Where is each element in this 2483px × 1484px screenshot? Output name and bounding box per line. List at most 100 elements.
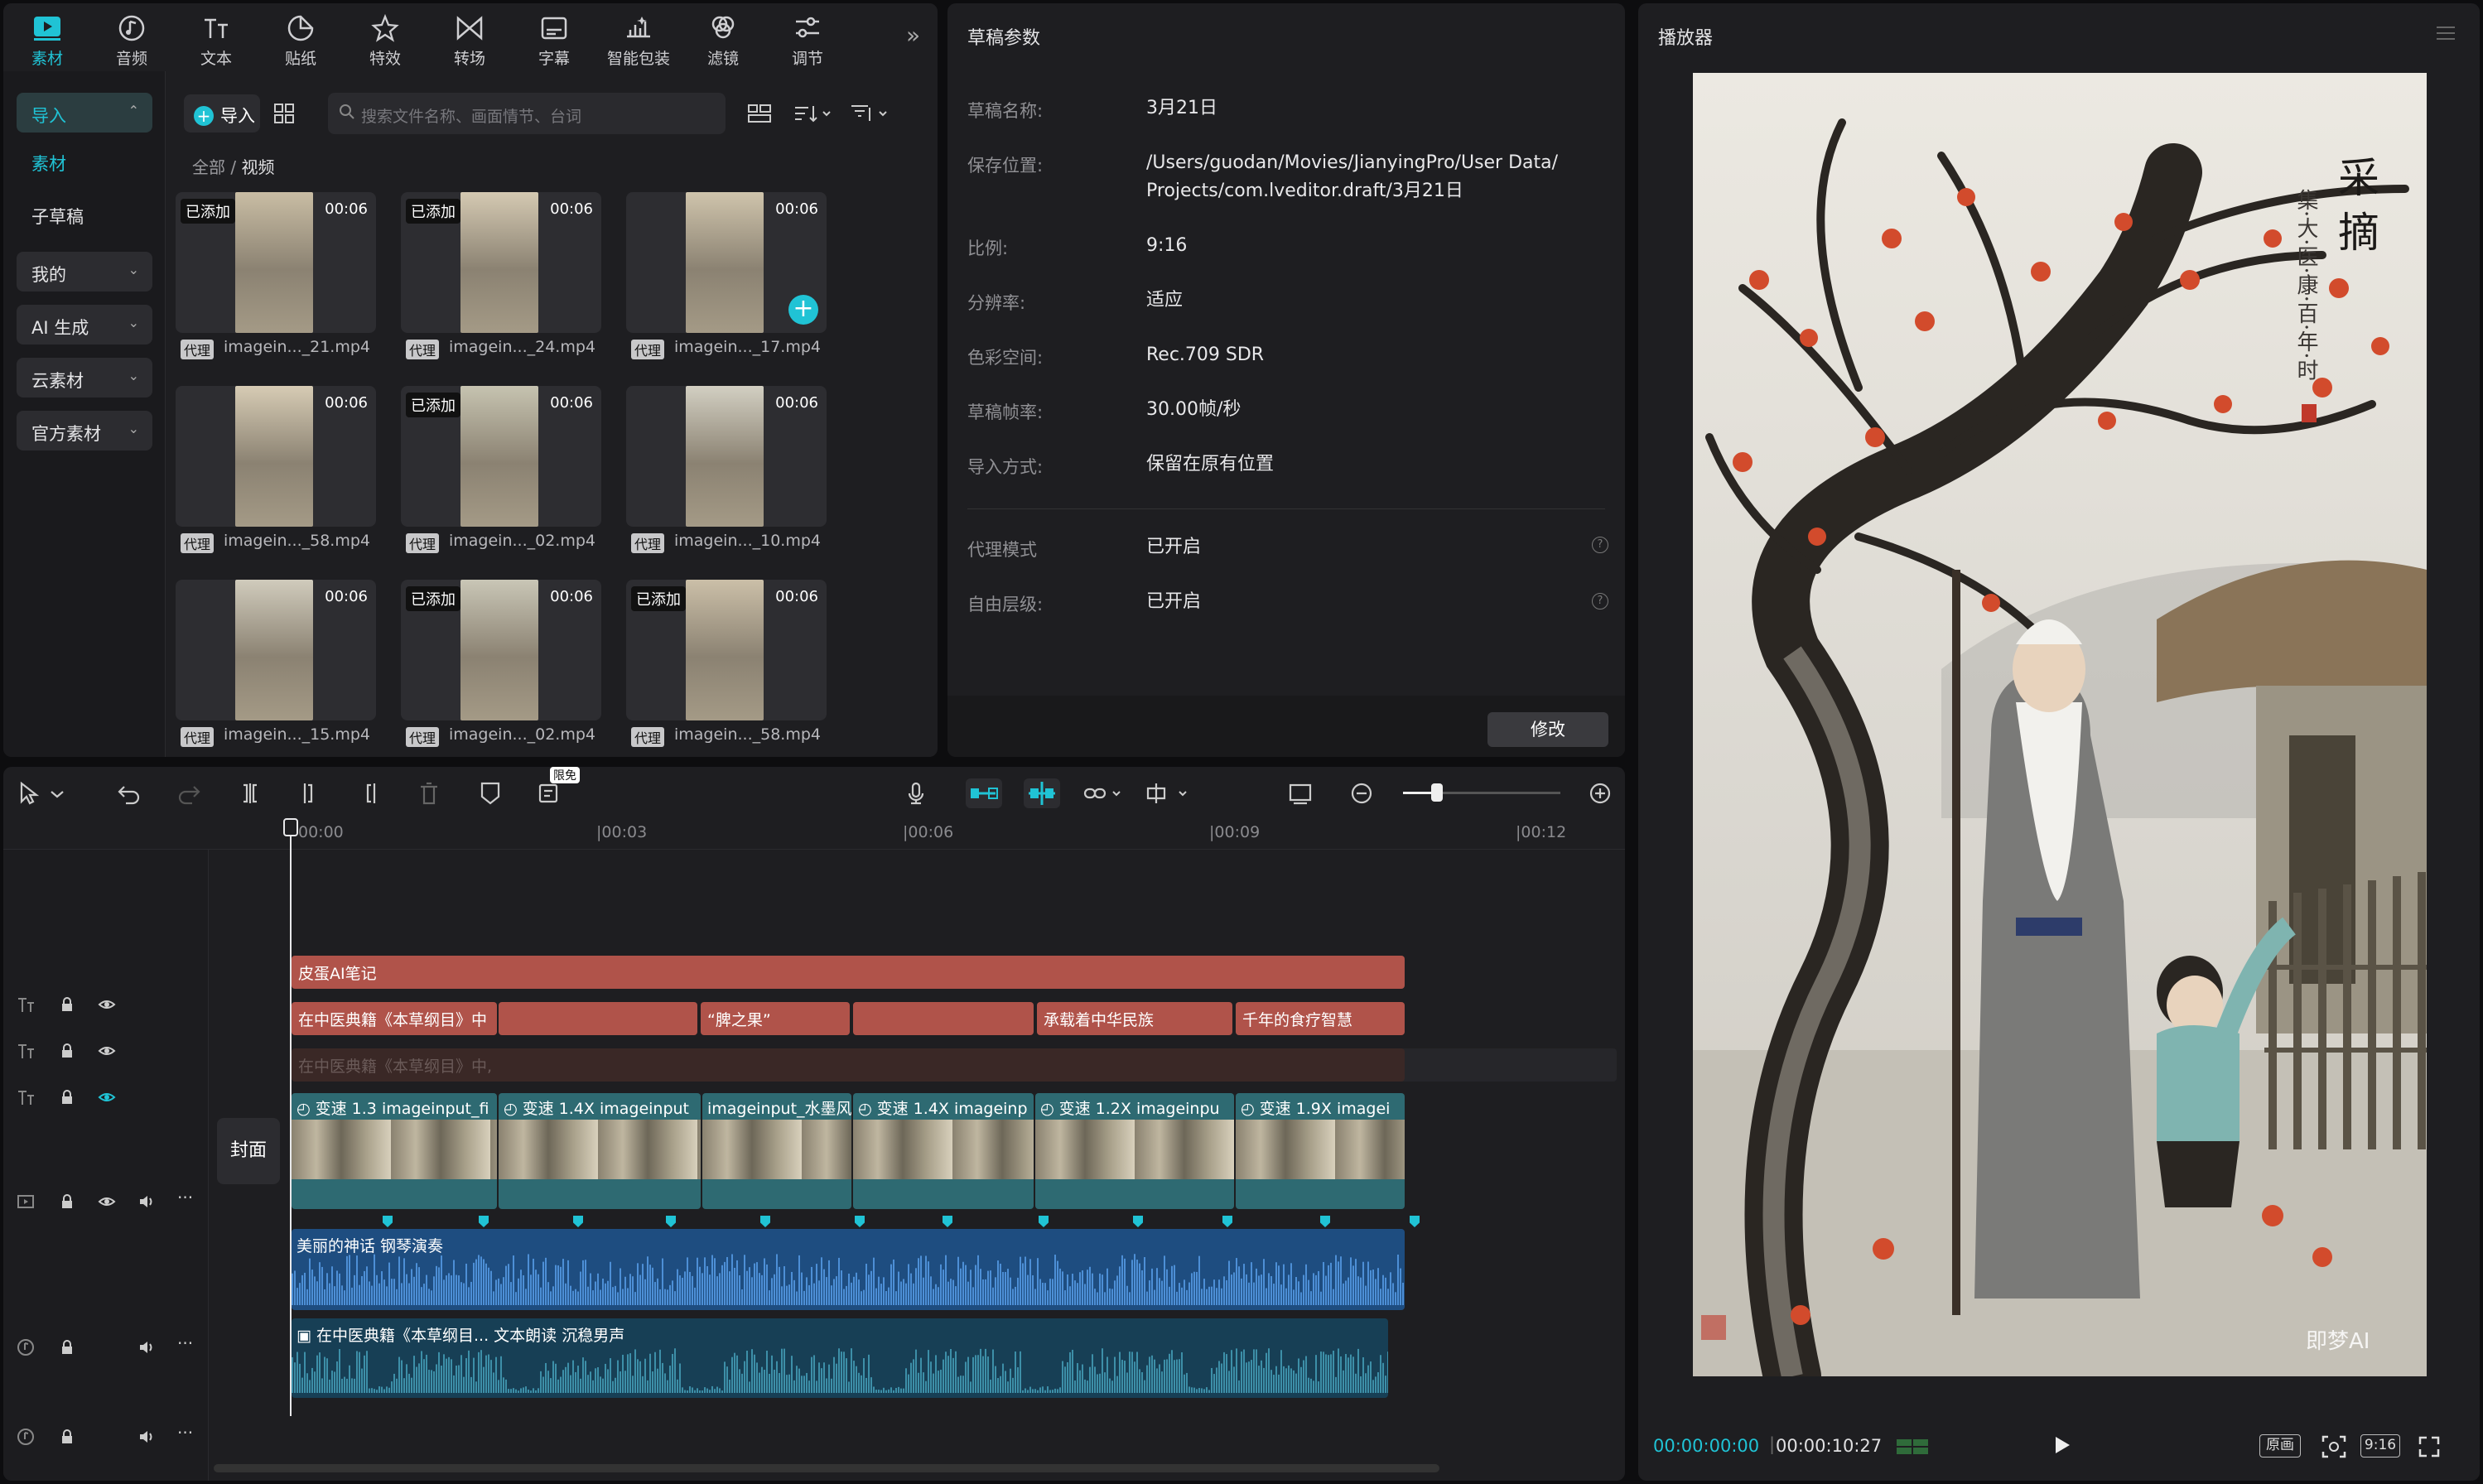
nav-media[interactable]: 素材 [31,151,66,176]
text-clip[interactable]: 在中医典籍《本草纲目》中 [292,1002,497,1035]
tab-text[interactable]: 文本 [179,8,253,68]
media-thumbnail[interactable]: 已添加 00:06 [176,192,376,333]
sort-icon[interactable] [792,101,833,126]
menu-icon[interactable] [2435,25,2456,41]
video-clip[interactable]: ◴ 变速 1.4X imageinp [853,1093,1034,1209]
timeline-scrollbar[interactable] [214,1464,1439,1472]
beat-marker[interactable] [1133,1216,1143,1227]
beat-marker[interactable] [573,1216,583,1227]
breadcrumb-root[interactable]: 全部 [192,157,225,177]
media-card[interactable]: 已添加 00:06 代理 imagein..._02.mp4 [401,580,601,747]
ratio-button[interactable]: 9:16 [2360,1434,2400,1458]
microphone-icon[interactable] [903,780,929,807]
lock-icon[interactable] [58,1338,76,1356]
media-card[interactable]: 已添加 00:06 代理 imagein..._58.mp4 [626,580,827,747]
media-card[interactable]: 00:06 代理 imagein..._58.mp4 [176,386,376,553]
media-card[interactable]: 已添加 00:06 代理 imagein..._02.mp4 [401,386,601,553]
beat-marker[interactable] [760,1216,770,1227]
grid-view-icon[interactable] [272,101,297,126]
nav-mine[interactable]: 我的 ⌄ [17,252,152,292]
nav-sub-draft[interactable]: 子草稿 [31,204,84,229]
time-ruler[interactable] [3,817,1625,850]
music-clip[interactable]: 美丽的神话 钢琴演奏 [292,1229,1405,1310]
nav-import[interactable]: 导入 ⌃ [17,93,152,132]
add-to-track-icon[interactable]: + [788,295,818,325]
text-clip[interactable]: “脾之果” [701,1002,850,1035]
tab-media[interactable]: 素材 [10,8,84,68]
beat-marker[interactable] [479,1216,489,1227]
zoom-slider-track[interactable] [1403,783,1560,802]
help-icon[interactable]: ? [1592,537,1608,553]
nav-official[interactable]: 官方素材 ⌄ [17,411,152,450]
beat-marker[interactable] [855,1216,865,1227]
help-icon[interactable]: ? [1592,593,1608,610]
tab-filter[interactable]: 滤镜 [686,8,760,68]
beat-marker[interactable] [1039,1216,1049,1227]
media-thumbnail[interactable]: +00:06 [626,192,827,333]
beat-marker[interactable] [666,1216,676,1227]
video-clip[interactable]: ◴ 变速 1.4X imageinput [499,1093,701,1209]
speaker-icon[interactable] [137,1192,156,1211]
text-clip[interactable] [853,1002,1034,1035]
media-card[interactable]: 已添加 00:06 代理 imagein..._24.mp4 [401,192,601,359]
text-clip[interactable] [499,1002,697,1035]
eye-icon[interactable] [98,1192,116,1211]
speaker-icon[interactable] [137,1428,156,1446]
cover-button[interactable]: 封面 [217,1118,280,1184]
lock-icon[interactable] [58,995,76,1014]
undo-icon[interactable] [116,780,142,807]
import-button[interactable]: + 导入 [184,94,260,132]
more-icon[interactable]: ··· [177,1188,193,1207]
eye-hidden-icon[interactable] [98,1088,116,1106]
double-chevron-right-icon[interactable]: » [906,22,920,49]
tab-transition[interactable]: 转场 [432,8,507,68]
chevron-down-icon[interactable] [48,780,66,807]
beat-marker[interactable] [1410,1216,1420,1227]
preview-axis-icon[interactable] [1143,780,1193,807]
media-thumbnail[interactable]: 已添加 00:06 [401,386,601,527]
marker-icon[interactable] [477,780,504,807]
filter-sort-icon[interactable] [848,101,890,126]
screen-fit-icon[interactable] [1287,780,1314,807]
redo-icon[interactable] [176,780,202,807]
media-thumbnail[interactable]: 已添加 00:06 [626,580,827,720]
voice-clip[interactable]: ▣ 在中医典籍《本草纲目... 文本朗读 沉稳男声 [292,1318,1388,1398]
lock-icon[interactable] [58,1088,76,1106]
tab-audio[interactable]: 音频 [94,8,169,68]
media-card[interactable]: 00:06 代理 imagein..._10.mp4 [626,386,827,553]
video-clip[interactable]: ◴ 变速 1.3 imageinput_fi [292,1093,497,1209]
delete-icon[interactable] [416,780,442,807]
modify-button[interactable]: 修改 [1487,712,1608,747]
media-thumbnail[interactable]: 00:06 [626,386,827,527]
media-thumbnail[interactable]: 已添加 00:06 [401,580,601,720]
text-clip[interactable]: 千年的食疗智慧 [1236,1002,1405,1035]
expand-icon[interactable] [2417,1434,2442,1459]
media-card[interactable]: 已添加 00:06 代理 imagein..._21.mp4 [176,192,376,359]
eye-icon[interactable] [98,995,116,1014]
media-thumbnail[interactable]: 00:06 [176,386,376,527]
nav-ai-gen[interactable]: AI 生成 ⌄ [17,305,152,344]
playhead[interactable] [290,820,292,1416]
auto-caption-icon[interactable] [537,780,563,807]
lock-icon[interactable] [58,1428,76,1446]
video-clip[interactable]: ◴ 变速 1.9X imagei [1236,1093,1405,1209]
text-clip[interactable]: 承载着中华民族 [1037,1002,1232,1035]
tab-adjust[interactable]: 调节 [770,8,845,68]
media-thumbnail[interactable]: 已添加 00:06 [401,192,601,333]
zoom-slider-thumb[interactable] [1431,783,1443,802]
zoom-in-icon[interactable] [1587,780,1613,807]
tab-smart-package[interactable]: 智能包装 [601,8,676,68]
media-card[interactable]: 00:06 代理 imagein..._15.mp4 [176,580,376,747]
text-clip[interactable]: 皮蛋AI笔记 [292,956,1405,989]
video-clip[interactable]: ◴ 变速 1.2X imageinpu [1035,1093,1234,1209]
media-thumbnail[interactable]: 00:06 [176,580,376,720]
lock-icon[interactable] [58,1042,76,1060]
split-icon[interactable] [237,780,263,807]
media-card[interactable]: +00:06 代理 imagein..._17.mp4 [626,192,827,359]
speaker-icon[interactable] [137,1338,156,1356]
search-input[interactable]: 搜索文件名称、画面情节、台词 [328,93,726,134]
lock-icon[interactable] [58,1192,76,1211]
fullscreen-crop-icon[interactable] [2321,1434,2347,1459]
eye-icon[interactable] [98,1042,116,1060]
main-track-magnet-button[interactable] [966,778,1002,808]
